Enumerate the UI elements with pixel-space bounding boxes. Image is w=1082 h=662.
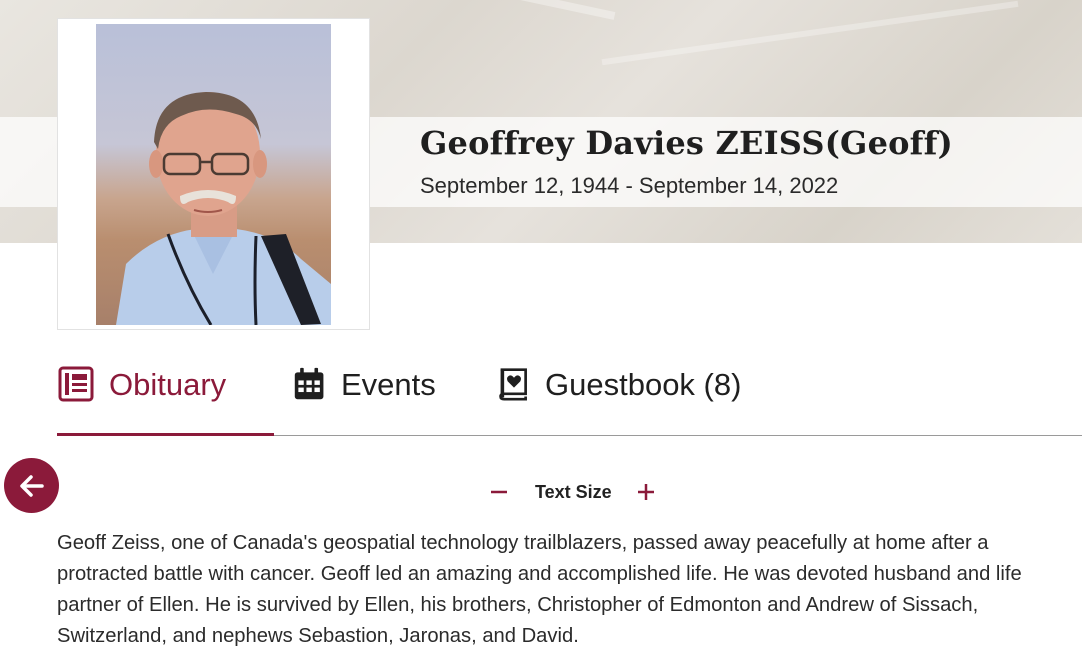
minus-icon [491, 490, 507, 494]
tab-label: Events [341, 367, 436, 402]
tab-obituary[interactable]: Obituary [57, 355, 275, 436]
plus-icon [637, 484, 654, 500]
guestbook-icon [499, 368, 527, 401]
life-dates: September 12, 1944 - September 14, 2022 [420, 173, 839, 198]
back-button[interactable] [4, 458, 59, 513]
tab-label: Guestbook (8) [545, 367, 742, 402]
portrait-photo [96, 24, 331, 325]
tab-events[interactable]: Events [293, 355, 436, 435]
text-size-control: Text Size [487, 478, 658, 506]
deceased-name: Geoffrey Davies ZEISS(Geoff) [420, 124, 953, 162]
banner-texture [124, 0, 616, 20]
increase-text-size-button[interactable] [634, 480, 658, 504]
banner-texture [601, 0, 1019, 66]
calendar-icon [294, 367, 324, 400]
portrait-illustration [116, 92, 331, 325]
tab-guestbook[interactable]: Guestbook (8) [497, 355, 741, 435]
arrow-left-icon [19, 474, 44, 497]
decrease-text-size-button[interactable] [487, 480, 511, 504]
tab-label: Obituary [109, 367, 227, 402]
photo-frame [57, 18, 370, 330]
obituary-text: Geoff Zeiss, one of Canada's geospatial … [57, 532, 1022, 647]
obituary-icon [58, 366, 94, 402]
tab-bar: Obituary Events Guestbook (8) [57, 355, 1082, 436]
text-size-label: Text Size [535, 481, 612, 502]
